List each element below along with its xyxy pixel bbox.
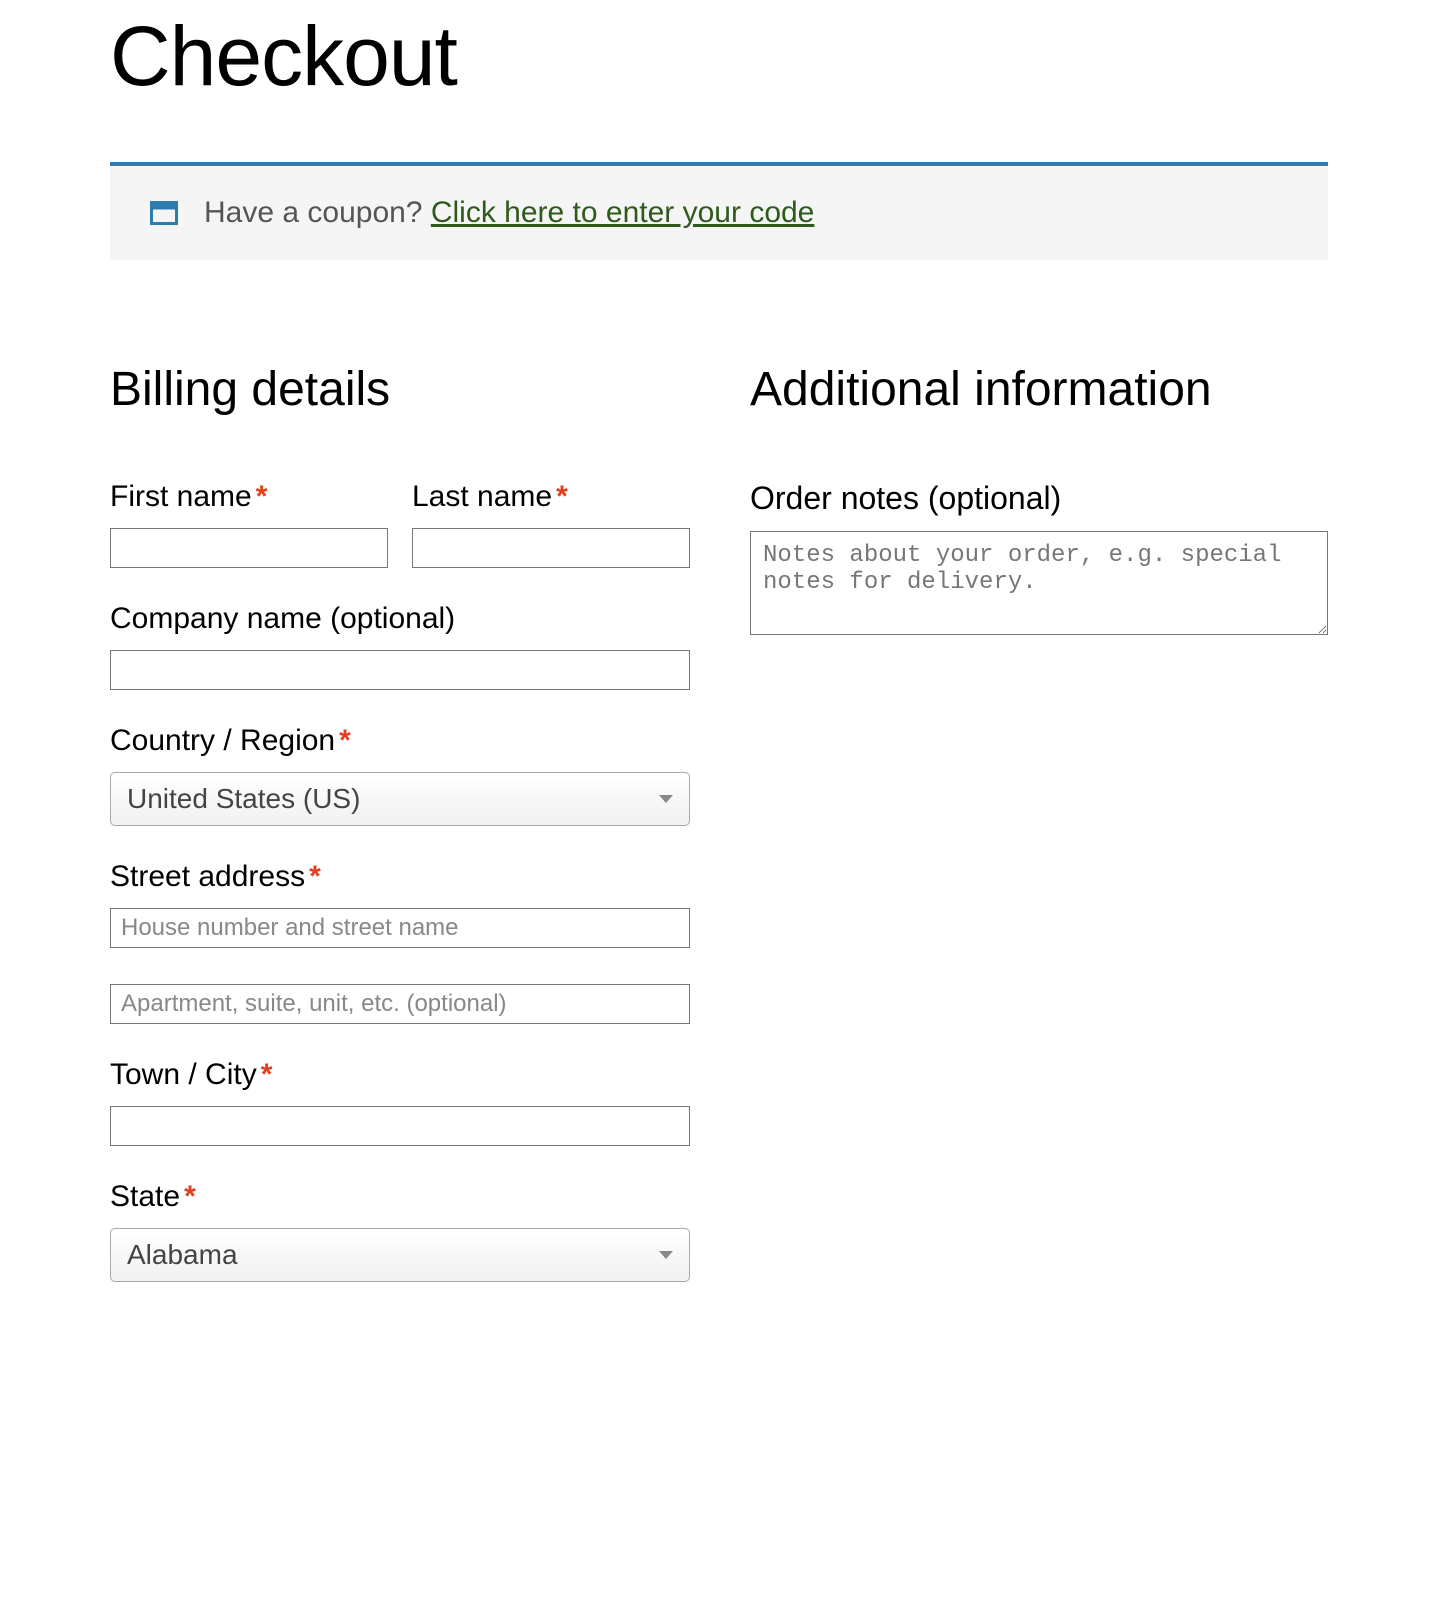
page-title: Checkout bbox=[110, 10, 1328, 102]
street-label-text: Street address bbox=[110, 860, 305, 893]
chevron-down-icon bbox=[659, 1251, 673, 1259]
required-marker: * bbox=[339, 724, 351, 757]
required-marker: * bbox=[261, 1058, 273, 1091]
window-icon bbox=[150, 201, 178, 225]
first-name-label-text: First name bbox=[110, 480, 252, 513]
street-field: Street address* bbox=[110, 860, 690, 1024]
additional-column: Additional information Order notes (opti… bbox=[750, 360, 1328, 1282]
last-name-label-text: Last name bbox=[412, 480, 552, 513]
chevron-down-icon bbox=[659, 795, 673, 803]
required-marker: * bbox=[256, 480, 268, 513]
coupon-prompt: Have a coupon? Click here to enter your … bbox=[204, 196, 814, 230]
coupon-banner: Have a coupon? Click here to enter your … bbox=[110, 162, 1328, 260]
additional-heading: Additional information bbox=[750, 360, 1328, 420]
billing-heading: Billing details bbox=[110, 360, 690, 420]
last-name-label: Last name* bbox=[412, 480, 690, 514]
order-notes-field: Order notes (optional) bbox=[750, 480, 1328, 635]
first-name-field: First name* bbox=[110, 480, 388, 568]
last-name-field: Last name* bbox=[412, 480, 690, 568]
country-label: Country / Region* bbox=[110, 724, 690, 758]
state-select-value: Alabama bbox=[127, 1239, 238, 1271]
first-name-label: First name* bbox=[110, 480, 388, 514]
state-label: State* bbox=[110, 1180, 690, 1214]
state-label-text: State bbox=[110, 1180, 180, 1213]
order-notes-label: Order notes (optional) bbox=[750, 480, 1328, 517]
last-name-input[interactable] bbox=[412, 528, 690, 568]
coupon-prompt-text: Have a coupon? bbox=[204, 196, 431, 229]
order-notes-textarea[interactable] bbox=[750, 531, 1328, 635]
required-marker: * bbox=[556, 480, 568, 513]
country-field: Country / Region* United States (US) bbox=[110, 724, 690, 826]
billing-column: Billing details First name* Last name* C… bbox=[110, 360, 690, 1282]
country-select-value: United States (US) bbox=[127, 783, 360, 815]
city-input[interactable] bbox=[110, 1106, 690, 1146]
city-field: Town / City* bbox=[110, 1058, 690, 1146]
first-name-input[interactable] bbox=[110, 528, 388, 568]
required-marker: * bbox=[184, 1180, 196, 1213]
country-label-text: Country / Region bbox=[110, 724, 335, 757]
required-marker: * bbox=[309, 860, 321, 893]
city-label-text: Town / City bbox=[110, 1058, 257, 1091]
state-field: State* Alabama bbox=[110, 1180, 690, 1282]
country-select[interactable]: United States (US) bbox=[110, 772, 690, 826]
coupon-link[interactable]: Click here to enter your code bbox=[431, 196, 815, 229]
company-field: Company name (optional) bbox=[110, 602, 690, 690]
state-select[interactable]: Alabama bbox=[110, 1228, 690, 1282]
city-label: Town / City* bbox=[110, 1058, 690, 1092]
street-label: Street address* bbox=[110, 860, 690, 894]
company-label: Company name (optional) bbox=[110, 602, 690, 636]
street-address-2-input[interactable] bbox=[110, 984, 690, 1024]
company-input[interactable] bbox=[110, 650, 690, 690]
street-address-1-input[interactable] bbox=[110, 908, 690, 948]
